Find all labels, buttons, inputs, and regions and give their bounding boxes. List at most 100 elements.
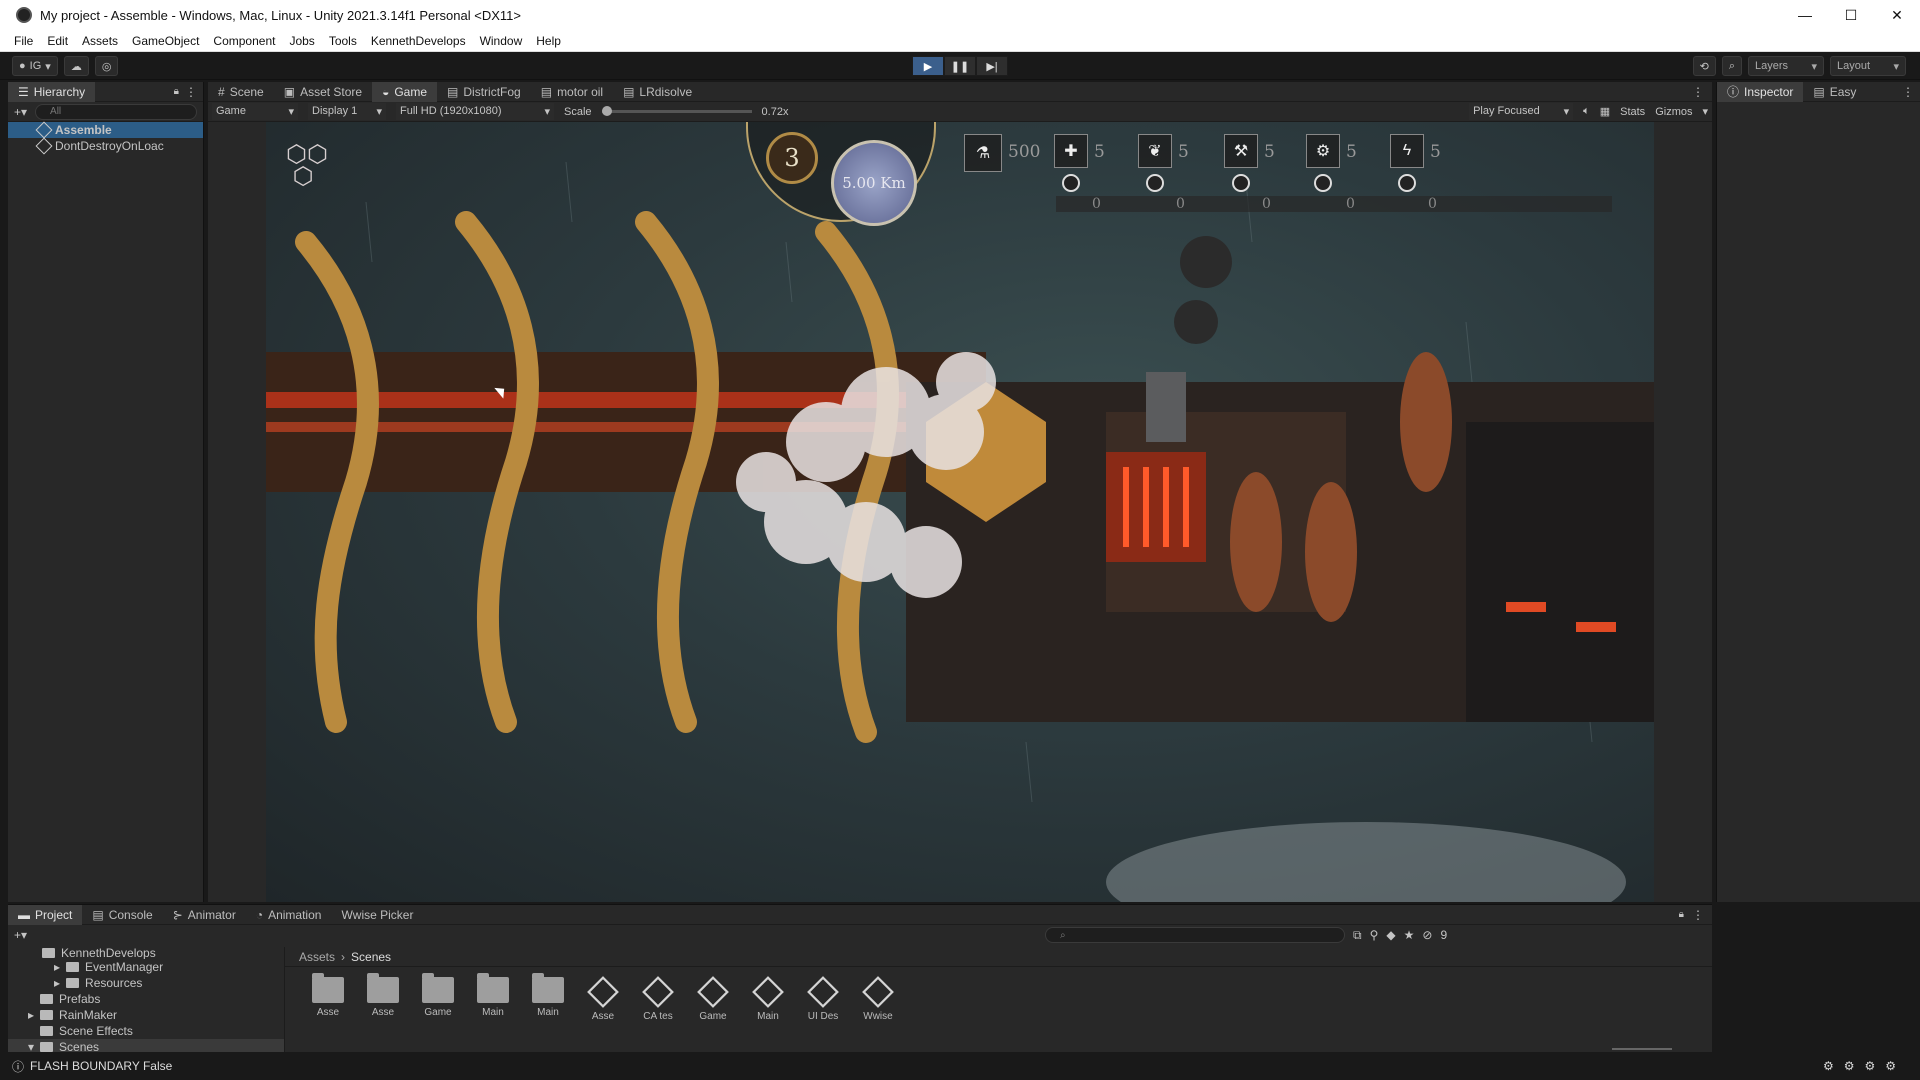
project-search-input[interactable]: ⌕	[1045, 927, 1346, 943]
stats-icon[interactable]: ▦	[1600, 105, 1610, 118]
cloud-button[interactable]: ☁	[63, 56, 89, 76]
medkit-icon[interactable]: ✚	[1054, 134, 1088, 168]
play-focused-dropdown[interactable]: Play Focused ▾	[1469, 103, 1574, 120]
search-button[interactable]: ⌕	[1721, 56, 1742, 76]
tab-motor-oil[interactable]: ▤ motor oil	[531, 82, 613, 102]
eagle-icon[interactable]: ❦	[1138, 134, 1172, 168]
history-button[interactable]: ⟲	[1692, 56, 1716, 76]
hierarchy-row-dontdestroy[interactable]: DontDestroyOnLoac	[8, 137, 203, 155]
tree-item-prefabs[interactable]: Prefabs	[8, 991, 284, 1007]
breadcrumb-assets[interactable]: Assets	[299, 950, 335, 964]
tab-districtfog[interactable]: ▤ DistrictFog	[437, 82, 531, 102]
gear-wrench-icon[interactable]: ⚙	[1306, 134, 1340, 168]
asset-folder[interactable]: Asse	[364, 973, 402, 1022]
layout-dropdown[interactable]: Layout ▾	[1830, 56, 1906, 76]
more-menu-icon[interactable]: ⋮	[1692, 908, 1704, 922]
asset-scene[interactable]: Asse	[584, 976, 622, 1022]
asset-scene[interactable]: UI Des	[804, 976, 842, 1022]
close-button[interactable]: ✕	[1874, 0, 1920, 30]
filter-icon[interactable]: ⧉	[1353, 928, 1362, 943]
maximize-button[interactable]: ☐	[1828, 0, 1874, 30]
menu-jobs[interactable]: Jobs	[289, 34, 314, 48]
hierarchy-row-assemble[interactable]: Assemble	[8, 121, 203, 139]
tab-hierarchy[interactable]: ☰ Hierarchy	[8, 81, 96, 102]
tab-animation[interactable]: ◔ Animation	[246, 905, 332, 925]
menu-gameobject[interactable]: GameObject	[132, 34, 199, 48]
menu-kennethdevelops[interactable]: KennethDevelops	[371, 34, 466, 48]
icon-size-slider[interactable]	[1612, 1048, 1672, 1050]
add-button[interactable]: +▾	[14, 928, 27, 942]
menu-edit[interactable]: Edit	[47, 34, 68, 48]
tab-lrdisolve[interactable]: ▤ LRdisolve	[613, 82, 702, 102]
asset-folder[interactable]: Game	[419, 973, 457, 1022]
chevron-down-icon[interactable]: ▾	[1702, 105, 1708, 118]
gizmos-button[interactable]: Gizmos	[1655, 106, 1692, 118]
status-message[interactable]: FLASH BOUNDARY False	[30, 1059, 172, 1073]
list-icon: ☰	[18, 84, 29, 99]
title-bar: My project - Assemble - Windows, Mac, Li…	[0, 0, 1920, 30]
hierarchy-search-input[interactable]: All	[35, 103, 197, 120]
tab-asset-store[interactable]: ▣ Asset Store	[274, 82, 372, 102]
scale-slider[interactable]	[601, 106, 752, 116]
game-viewport[interactable]: ⬡⬡ ⬡ 3 5.00 Km ⚗ 500 ✚ 5 ❦ 5 ⚒ 5 ⚙ 5 ϟ 5…	[266, 122, 1654, 902]
play-button[interactable]: ▶	[912, 56, 944, 76]
step-button[interactable]: ▶|	[976, 56, 1008, 76]
menu-help[interactable]: Help	[536, 34, 561, 48]
tab-inspector[interactable]: ⓘ Inspector	[1717, 81, 1804, 102]
account-button[interactable]: ● IG ▾	[12, 56, 58, 76]
more-menu-icon[interactable]: ⋮	[1902, 85, 1914, 99]
label-filter-icon[interactable]: ◆	[1386, 928, 1395, 942]
tab-wwise-picker[interactable]: Wwise Picker	[331, 905, 423, 925]
tab-animator[interactable]: ⊱ Animator	[163, 905, 246, 925]
asset-folder[interactable]: Main	[529, 973, 567, 1022]
tab-scene[interactable]: # Scene	[208, 82, 274, 102]
menu-assets[interactable]: Assets	[82, 34, 118, 48]
more-menu-icon[interactable]: ⋮	[185, 85, 197, 99]
asset-folder[interactable]: Asse	[309, 973, 347, 1022]
pause-button[interactable]: ❚❚	[944, 56, 976, 76]
asset-scene[interactable]: CA tes	[639, 976, 677, 1022]
menu-file[interactable]: File	[14, 34, 33, 48]
tab-label: Wwise Picker	[341, 907, 414, 922]
lightning-icon[interactable]: ϟ	[1390, 134, 1424, 168]
wrench-icon[interactable]: ⚒	[1224, 134, 1258, 168]
tree-item-eventmanager[interactable]: ▸ EventManager	[8, 959, 284, 975]
chevron-right-icon: ›	[341, 949, 346, 964]
tab-project[interactable]: ▬ Project	[8, 904, 83, 925]
tab-console[interactable]: ▤ Console	[82, 905, 162, 925]
type-filter-icon[interactable]: ⚲	[1370, 928, 1379, 942]
menu-window[interactable]: Window	[480, 34, 523, 48]
tree-item-resources[interactable]: ▸ Resources	[8, 975, 284, 991]
collab-button[interactable]: ◎	[94, 56, 119, 76]
favorite-icon[interactable]: ★	[1404, 928, 1415, 942]
asset-scene[interactable]: Wwise	[859, 976, 897, 1022]
menu-tools[interactable]: Tools	[329, 34, 357, 48]
view-dropdown[interactable]: Game ▾	[212, 103, 298, 120]
asset-scene[interactable]: Game	[694, 976, 732, 1022]
tree-item-scene-effects[interactable]: Scene Effects	[8, 1023, 284, 1039]
more-menu-icon[interactable]: ⋮	[1692, 85, 1704, 99]
unity-scene-icon	[862, 976, 894, 1008]
lock-icon[interactable]: 🔒︎	[174, 86, 179, 97]
lock-icon[interactable]: 🔒︎	[1679, 909, 1684, 920]
add-button[interactable]: +▾	[14, 105, 27, 119]
layers-dropdown[interactable]: Layers ▾	[1748, 56, 1824, 76]
resolution-dropdown[interactable]: Full HD (1920x1080) ▾	[396, 103, 554, 120]
asset-folder[interactable]: Main	[474, 973, 512, 1022]
stats-button[interactable]: Stats	[1620, 106, 1645, 118]
tab-game[interactable]: ◒ Game	[372, 81, 438, 102]
asset-scene[interactable]: Main	[749, 976, 787, 1022]
timer-icon	[1398, 174, 1416, 192]
display-dropdown[interactable]: Display 1 ▾	[308, 103, 386, 120]
chevron-right-icon: ▸	[54, 976, 61, 990]
breadcrumb-scenes[interactable]: Scenes	[351, 950, 391, 964]
hidden-packages-icon[interactable]: ⊘	[1422, 928, 1432, 942]
tree-item-rainmaker[interactable]: ▸ RainMaker	[8, 1007, 284, 1023]
menu-component[interactable]: Component	[213, 34, 275, 48]
mute-audio-icon[interactable]: 🔈︎	[1583, 105, 1590, 118]
status-icons[interactable]: ⚙⚙⚙⚙	[1823, 1059, 1906, 1073]
tree-item-kennethdevelops[interactable]: KennethDevelops	[8, 947, 284, 959]
tab-easy[interactable]: ▤ Easy	[1803, 82, 1866, 102]
minimize-button[interactable]: —	[1782, 0, 1828, 30]
cloud-icon: ☁	[70, 60, 82, 73]
